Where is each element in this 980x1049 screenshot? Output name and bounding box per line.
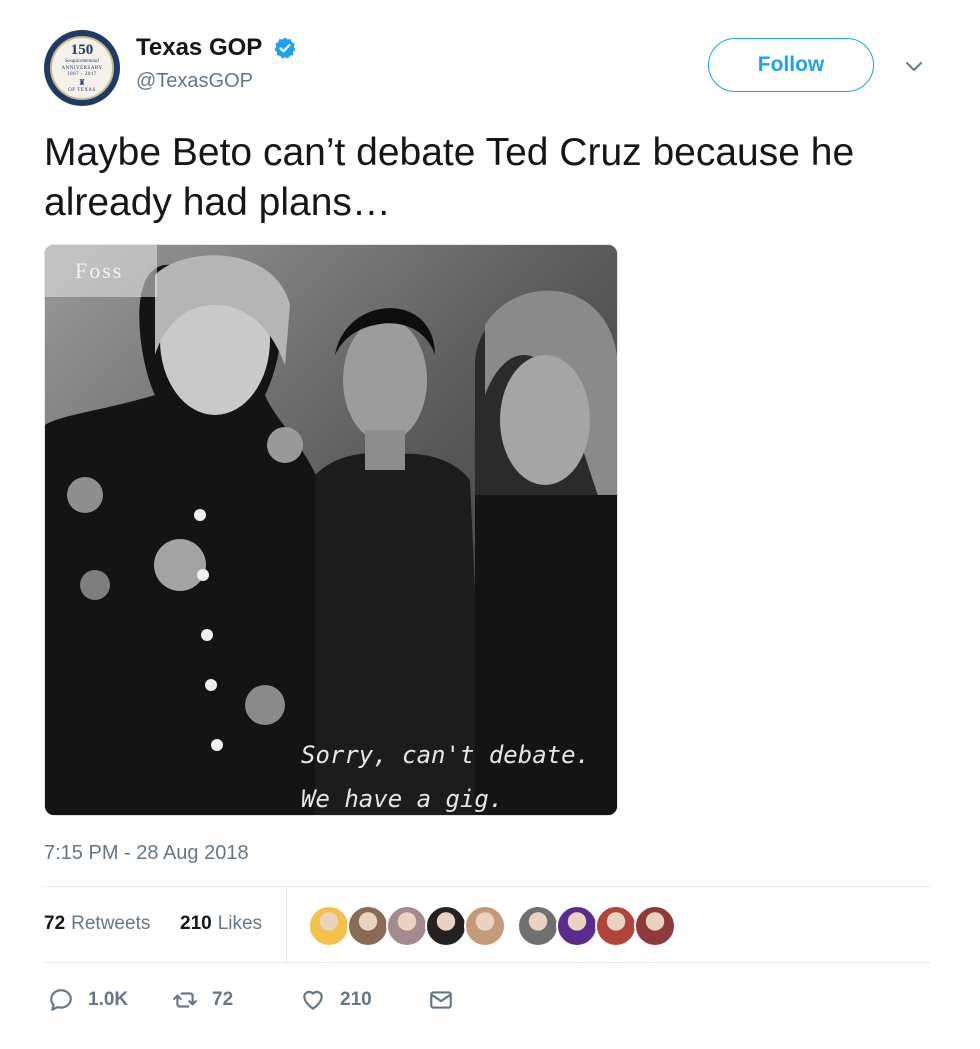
reply-icon: [50, 989, 72, 1011]
avatar-seal: 150 Sesquicentennial ANNIVERSARY 1867 - …: [50, 36, 114, 100]
chevron-down-icon[interactable]: [902, 54, 926, 78]
liker-avatar[interactable]: [425, 905, 467, 947]
like-button[interactable]: 210: [300, 980, 372, 1020]
liker-avatar[interactable]: [308, 905, 350, 947]
band-photo-illustration: [45, 245, 617, 815]
liker-avatar[interactable]: [464, 905, 506, 947]
account-name-block: Texas GOP @TexasGOP: [136, 34, 297, 93]
account-avatar[interactable]: 150 Sesquicentennial ANNIVERSARY 1867 - …: [44, 30, 120, 106]
liker-avatar[interactable]: [347, 905, 389, 947]
liker-avatar[interactable]: [595, 905, 637, 947]
seal-bottom: OF TEXAS: [68, 87, 96, 93]
direct-message-button[interactable]: [428, 980, 468, 1020]
retweet-count: 72: [212, 989, 234, 1010]
likes-count: 210: [180, 913, 212, 934]
tweet-actions: 1.0K 72 210: [44, 980, 930, 1020]
divider-bottom: [44, 962, 930, 963]
seal-script: Sesquicentennial: [65, 58, 99, 64]
retweets-label: Retweets: [71, 913, 151, 934]
tweet-text: Maybe Beto can’t debate Ted Cruz because…: [44, 131, 855, 224]
envelope-icon: [430, 991, 452, 1009]
seal-number: 150: [70, 41, 94, 58]
reply-button[interactable]: 1.0K: [48, 980, 128, 1020]
retweets-stat[interactable]: 72 Retweets: [44, 913, 150, 935]
tweet-header: 150 Sesquicentennial ANNIVERSARY 1867 - …: [44, 30, 934, 110]
display-name[interactable]: Texas GOP: [136, 34, 262, 62]
retweet-button[interactable]: 72: [172, 980, 233, 1020]
follow-button[interactable]: Follow: [708, 38, 874, 92]
liker-avatar[interactable]: [386, 905, 428, 947]
likes-label: Likes: [217, 913, 263, 934]
photo-caption-line-1: Sorry, can't debate.: [301, 741, 590, 769]
like-count: 210: [340, 989, 372, 1010]
retweets-count: 72: [44, 913, 66, 934]
photo-caption-line-2: We have a gig.: [301, 785, 504, 813]
liker-avatar[interactable]: [634, 905, 676, 947]
retweet-icon: [173, 992, 197, 1008]
tweet-timestamp[interactable]: 7:15 PM - 28 Aug 2018: [44, 842, 249, 865]
verified-badge-icon: [274, 37, 296, 59]
elephant-icon: ♜: [78, 77, 86, 87]
account-handle[interactable]: @TexasGOP: [136, 70, 297, 93]
heart-icon: [303, 990, 323, 1010]
tweet-stats: 72 Retweets 210 Likes: [44, 887, 930, 962]
stats-divider: [286, 887, 287, 962]
likes-stat[interactable]: 210 Likes: [180, 913, 262, 935]
tweet-photo[interactable]: Foss Sorry, can't debate. We have a gig.: [44, 244, 618, 816]
liker-avatar[interactable]: [517, 905, 559, 947]
reply-count: 1.0K: [88, 989, 129, 1010]
liker-avatar[interactable]: [556, 905, 598, 947]
photo-corner-label: Foss: [45, 245, 157, 297]
